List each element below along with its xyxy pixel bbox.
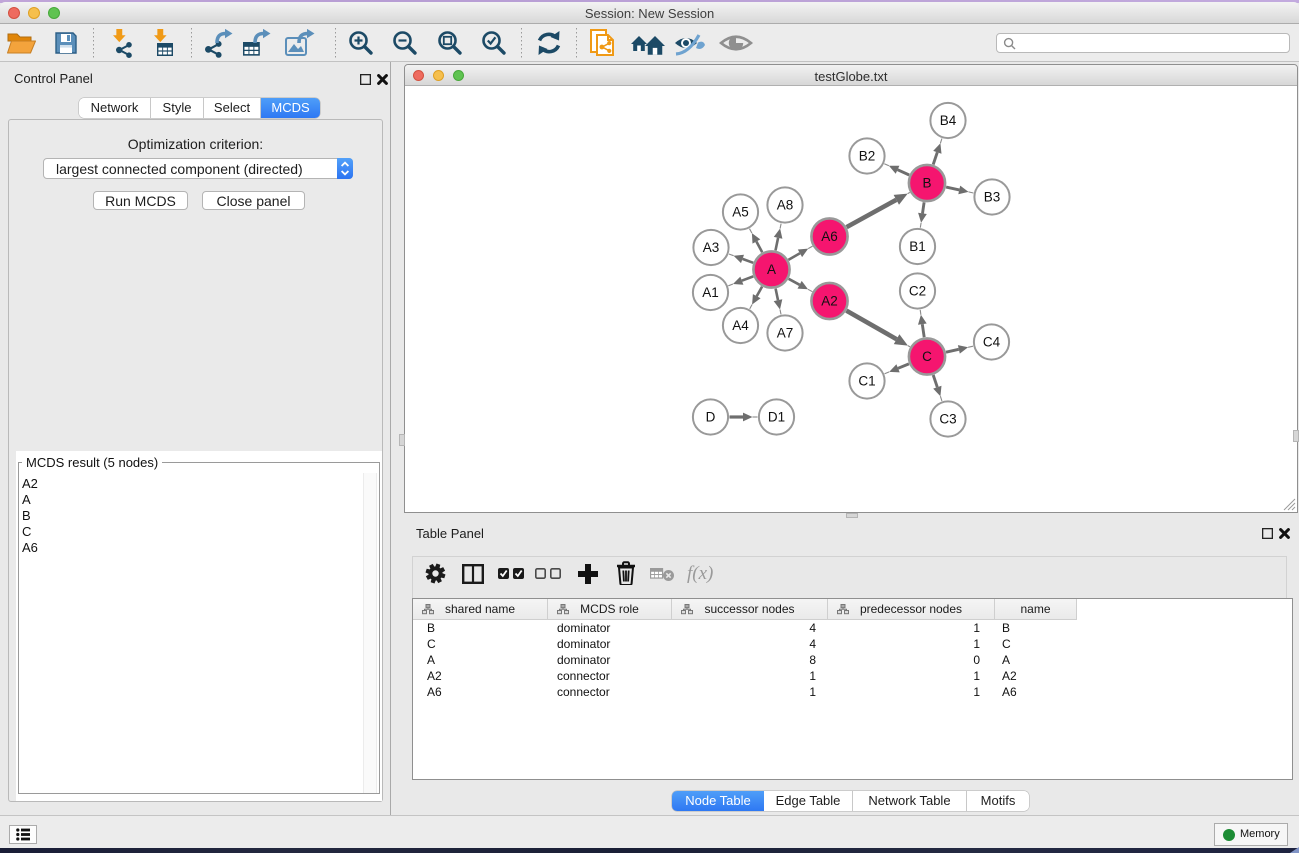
svg-text:B2: B2 — [859, 149, 876, 164]
svg-text:D: D — [706, 410, 716, 425]
svg-text:C: C — [922, 349, 932, 364]
svg-text:C3: C3 — [939, 412, 956, 427]
svg-text:C2: C2 — [909, 284, 926, 299]
svg-text:C1: C1 — [858, 374, 875, 389]
svg-text:C4: C4 — [983, 335, 1001, 350]
svg-text:A8: A8 — [777, 198, 794, 213]
svg-text:A7: A7 — [777, 326, 794, 341]
svg-text:B4: B4 — [940, 113, 957, 128]
svg-text:A6: A6 — [821, 229, 838, 244]
svg-text:A1: A1 — [702, 285, 719, 300]
svg-text:A: A — [767, 262, 776, 277]
svg-text:D1: D1 — [768, 410, 785, 425]
svg-text:B: B — [922, 176, 931, 191]
svg-text:A3: A3 — [703, 240, 720, 255]
svg-text:A2: A2 — [821, 294, 838, 309]
svg-text:B1: B1 — [909, 239, 926, 254]
svg-text:A5: A5 — [732, 205, 749, 220]
svg-text:B3: B3 — [984, 190, 1001, 205]
svg-text:A4: A4 — [732, 318, 749, 333]
